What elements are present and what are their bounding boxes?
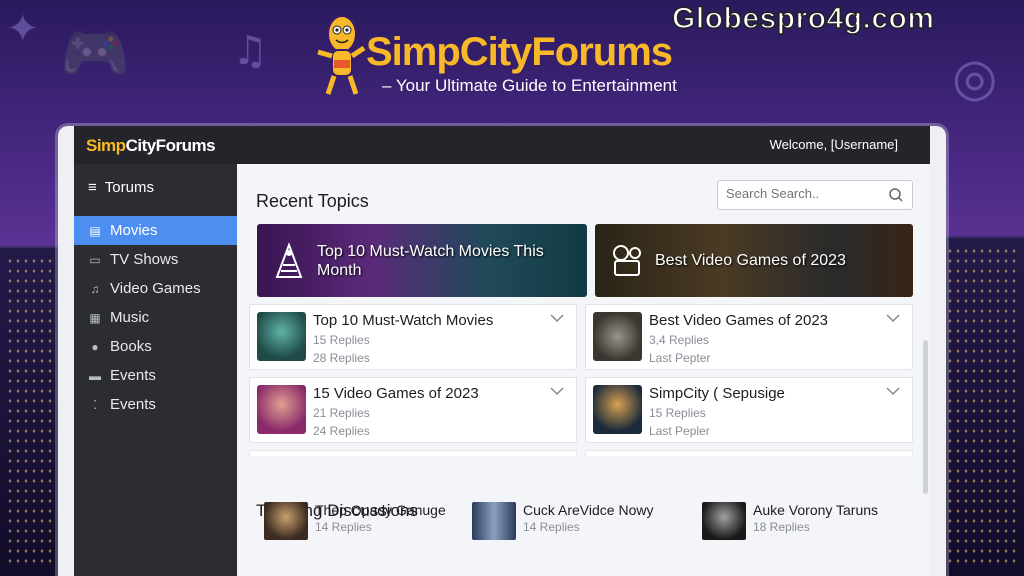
book-icon: ● <box>91 339 99 354</box>
trending-thumbnail <box>702 502 746 540</box>
banner-title: Best Video Games of 2023 <box>655 252 846 269</box>
featured-banner-games[interactable]: Best Video Games of 2023 <box>595 224 913 297</box>
trending-title-text: Auke Vorony Taruns <box>753 502 879 518</box>
topic-thumbnail <box>593 312 642 361</box>
sidebar-header[interactable]: ≡ Torums <box>88 179 154 196</box>
music-note-icon: ♫ <box>232 28 268 74</box>
topic-title: SimpCity ( Sepusige <box>649 385 785 402</box>
topic-card-partial <box>249 450 577 456</box>
trending-replies: 14 Replies <box>523 520 580 534</box>
topic-replies: 21 Replies <box>313 406 370 420</box>
sidebar-item-video-games[interactable]: ♫ Video Games <box>74 274 237 303</box>
tv-icon: ▭ <box>89 252 101 267</box>
chevron-down-icon[interactable] <box>550 313 564 323</box>
ticket-icon: ✦ <box>6 6 40 52</box>
trending-thumbnail <box>264 502 308 540</box>
topic-card[interactable]: SimpCity ( Sepusige 15 Replies Last Pepl… <box>585 377 913 443</box>
music-note-icon: ♫ <box>90 281 100 296</box>
topic-card[interactable]: Best Video Games of 2023 3,4 Replies Las… <box>585 304 913 370</box>
topic-thumbnail <box>257 312 306 361</box>
topic-title: 15 Video Games of 2023 <box>313 385 479 402</box>
chevron-down-icon[interactable] <box>550 386 564 396</box>
sidebar-item-label: Events <box>110 396 156 413</box>
topic-meta: Last Pepter <box>649 351 711 365</box>
trending-replies: 18 Replies <box>753 520 810 534</box>
trending-title-text: Thep Opady Ganuge <box>315 502 446 518</box>
film-reel-icon: ◎ <box>952 48 998 108</box>
sidebar-item-books[interactable]: ● Books <box>74 332 237 361</box>
mascot-icon <box>317 15 366 95</box>
featured-banner-movies[interactable]: Top 10 Must-Watch Movies This Month <box>257 224 587 297</box>
brand-highlight: Simp <box>86 136 126 155</box>
topic-thumbnail <box>257 385 306 434</box>
scrollbar[interactable] <box>923 340 928 494</box>
sidebar-item-movies[interactable]: ▤ Movies <box>74 216 237 245</box>
welcome-user[interactable]: Welcome, [Username] <box>770 137 898 152</box>
brand-logo[interactable]: SimpCityForums <box>86 136 216 156</box>
sidebar-item-label: Music <box>110 309 150 326</box>
trending-thumbnail <box>472 502 516 540</box>
topic-card[interactable]: 15 Video Games of 2023 21 Replies 24 Rep… <box>249 377 577 443</box>
top-bar: SimpCityForums Welcome, [Username] <box>74 126 930 164</box>
hero-title: SimpCityForums <box>366 30 673 74</box>
topic-card[interactable]: Top 10 Must-Watch Movies 15 Replies 28 R… <box>249 304 577 370</box>
hamburger-icon: ≡ <box>88 179 97 196</box>
sidebar-item-label: TV Shows <box>110 251 179 268</box>
trending-replies: 14 Replies <box>315 520 372 534</box>
chevron-down-icon[interactable] <box>886 386 900 396</box>
topic-thumbnail <box>593 385 642 434</box>
sidebar-item-events[interactable]: ▬ Events <box>74 361 237 390</box>
recent-topics-title: Recent Topics <box>256 191 369 211</box>
sidebar-item-tv-shows[interactable]: ▭ TV Shows <box>74 245 237 274</box>
film-projector-icon <box>613 244 641 276</box>
topic-meta: Last Pepler <box>649 424 710 438</box>
watermark: Globespro4g.com <box>671 1 935 36</box>
sidebar-item-label: Movies <box>110 222 158 239</box>
calendar-icon: ▬ <box>89 368 101 383</box>
sidebar-item-events-2[interactable]: ⁚ Events <box>74 390 237 419</box>
sidebar-item-music[interactable]: ▦ Music <box>74 303 237 332</box>
gamepad-icon: 🎮 <box>60 21 130 86</box>
topic-replies: 15 Replies <box>313 333 370 347</box>
topic-meta: 24 Replies <box>313 424 370 438</box>
sidebar-item-label: Books <box>110 338 152 355</box>
hero-logo: SimpCityForums – Your Ultimate Guide to … <box>312 12 692 102</box>
banner-title: Top 10 Must-Watch Movies This Month <box>317 242 544 279</box>
search-box[interactable] <box>717 180 913 210</box>
sidebar-header-label: Torums <box>104 179 154 196</box>
film-award-icon <box>275 241 303 278</box>
trending-title-text: Cuck AreVidce Nowy <box>523 502 654 518</box>
topic-title: Best Video Games of 2023 <box>649 312 829 329</box>
topic-card-partial <box>585 450 913 456</box>
topic-replies: 3,4 Replies <box>649 333 710 347</box>
music-icon: ▦ <box>89 310 101 325</box>
sidebar-item-label: Video Games <box>110 280 201 297</box>
topic-replies: 15 Replies <box>649 406 706 420</box>
hero-tagline: – Your Ultimate Guide to Entertainment <box>382 76 677 95</box>
topic-title: Top 10 Must-Watch Movies <box>313 312 494 329</box>
sidebar-item-label: Events <box>110 367 156 384</box>
brand-rest: CityForums <box>125 136 216 155</box>
search-icon[interactable] <box>888 187 904 203</box>
search-input[interactable] <box>726 186 876 201</box>
film-icon: ▤ <box>89 223 101 238</box>
events-icon: ⁚ <box>93 397 97 412</box>
topic-meta: 28 Replies <box>313 351 370 365</box>
chevron-down-icon[interactable] <box>886 313 900 323</box>
sidebar: ≡ Torums ▤ Movies ▭ TV Shows ♫ Video Gam… <box>74 164 237 576</box>
